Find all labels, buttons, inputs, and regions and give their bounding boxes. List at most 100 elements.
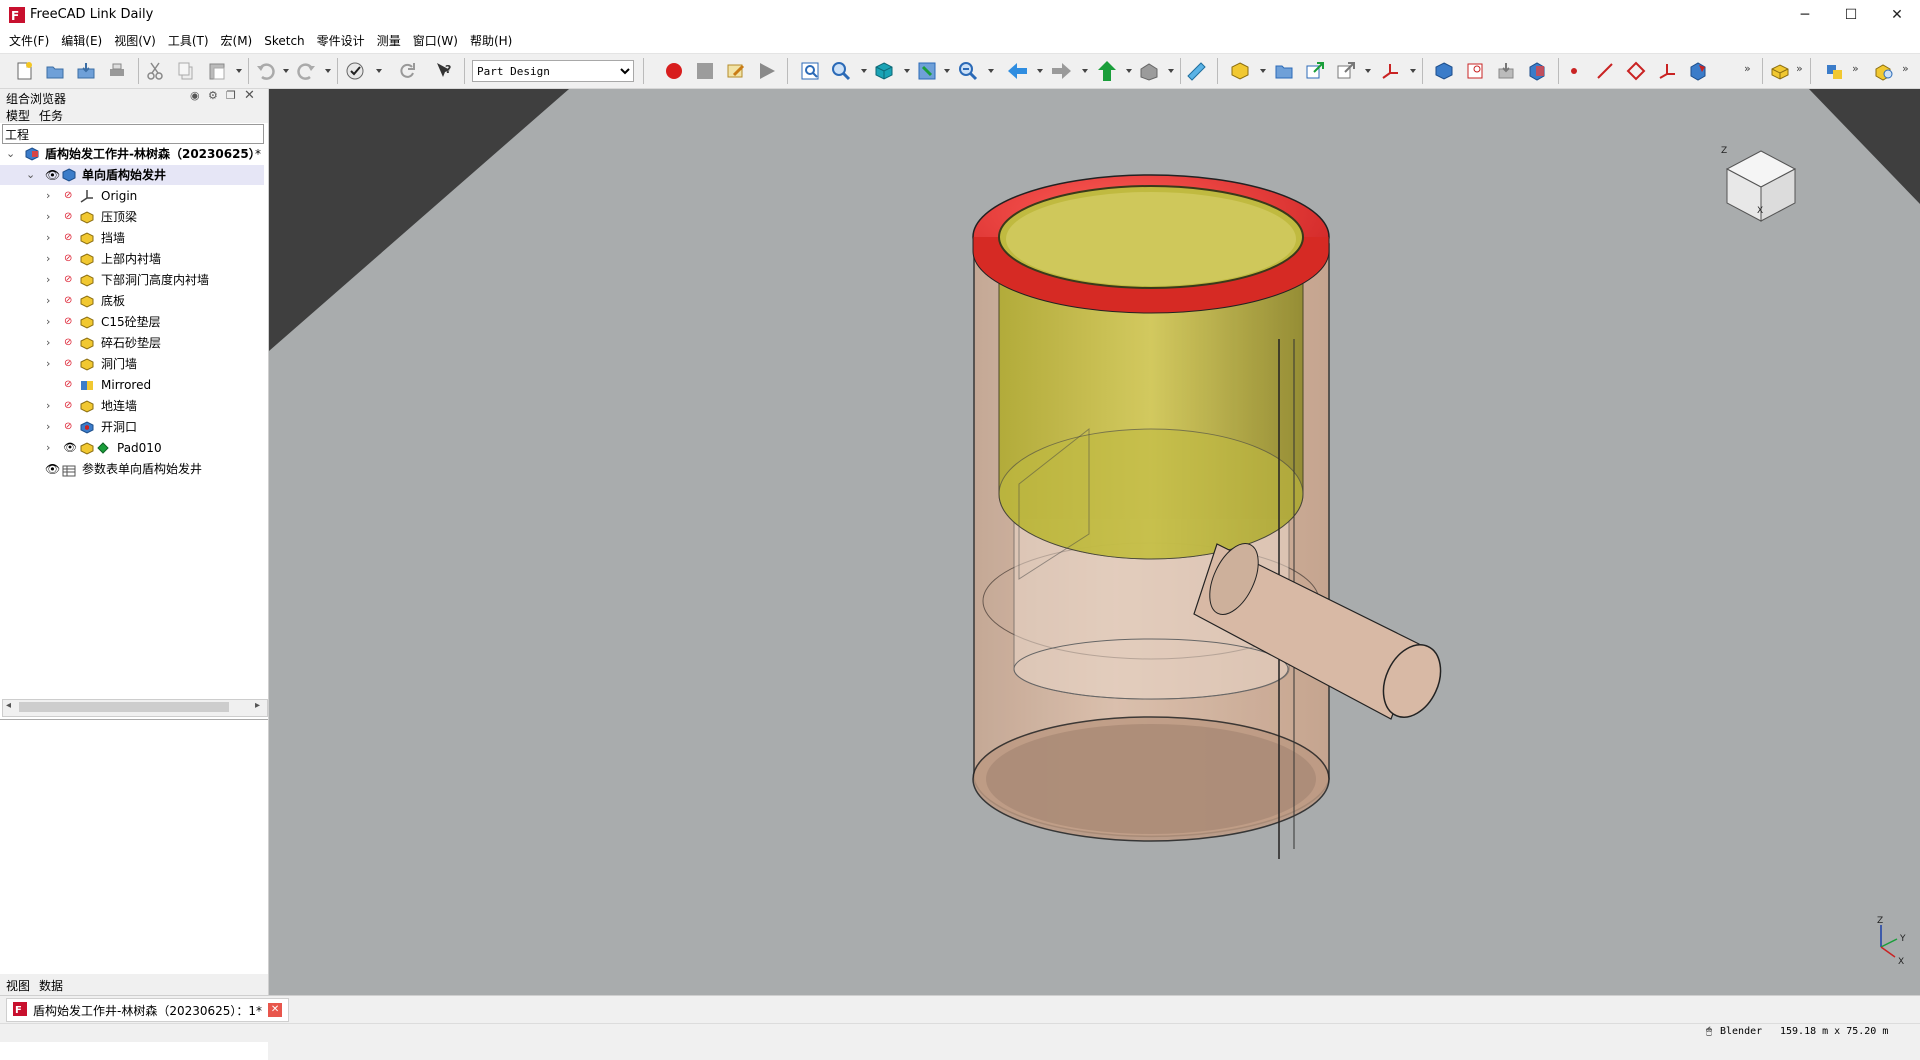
copy-icon[interactable] xyxy=(174,59,198,83)
fit-all-icon[interactable] xyxy=(798,59,822,83)
menu-tools[interactable]: 工具(T) xyxy=(162,30,215,53)
settings-icon[interactable]: ⚙ xyxy=(208,89,218,102)
chevron-right-icon[interactable]: › xyxy=(46,207,50,227)
datum-plane-icon[interactable] xyxy=(1624,59,1648,83)
view-section-icon[interactable] xyxy=(1525,59,1549,83)
std-view-icon[interactable] xyxy=(872,59,896,83)
tree-item-pad010[interactable]: › 👁 Pad010 xyxy=(0,438,264,458)
search-part-icon[interactable] xyxy=(1872,59,1896,83)
menu-file[interactable]: 文件(F) xyxy=(3,30,55,53)
menu-view[interactable]: 视图(V) xyxy=(108,30,162,53)
navigation-style[interactable]: Blender xyxy=(1720,1026,1762,1037)
chevron-right-icon[interactable]: › xyxy=(46,228,50,248)
scroll-left-icon[interactable]: ◂ xyxy=(6,700,11,711)
create-group-icon[interactable] xyxy=(1272,59,1296,83)
chevron-right-icon[interactable]: › xyxy=(46,249,50,269)
tree-scrollbar[interactable]: ◂ ▸ xyxy=(2,699,268,717)
forward-arrow-icon[interactable] xyxy=(1050,59,1074,83)
hidden-eye-icon[interactable]: ⊘ xyxy=(64,396,72,416)
tree-item-diaphragm-wall[interactable]: › ⊘ 地连墙 xyxy=(0,396,264,416)
tree-item-c15-cushion[interactable]: › ⊘ C15砼垫层 xyxy=(0,312,264,332)
minimize-button[interactable]: ─ xyxy=(1782,0,1828,30)
menu-measure[interactable]: 测量 xyxy=(371,30,407,53)
toolbar-overflow-icon-3[interactable]: » xyxy=(1852,62,1859,75)
link-actions-icon[interactable] xyxy=(1334,59,1358,83)
scroll-right-icon[interactable]: ▸ xyxy=(255,700,260,711)
paste-icon[interactable] xyxy=(205,59,229,83)
scrollbar-thumb[interactable] xyxy=(19,702,229,712)
print-icon[interactable] xyxy=(105,59,129,83)
pin-icon[interactable]: ◉ xyxy=(190,89,200,102)
close-panel-icon[interactable]: ✕ xyxy=(244,88,255,103)
menu-help[interactable]: 帮助(H) xyxy=(464,30,518,53)
eye-icon[interactable]: 👁 xyxy=(45,165,60,185)
new-file-icon[interactable] xyxy=(12,59,36,83)
tree-item-gravel-cushion[interactable]: › ⊘ 碎石砂垫层 xyxy=(0,333,264,353)
record-macro-icon[interactable] xyxy=(662,59,686,83)
coordinate-system-icon[interactable] xyxy=(1378,59,1402,83)
menu-sketch[interactable]: Sketch xyxy=(258,30,310,53)
edit-macro-icon[interactable] xyxy=(724,59,748,83)
document-tab[interactable]: F 盾构始发工作井-林树森（20230625）：1* ✕ xyxy=(6,998,290,1022)
toolbar-overflow-icon-2[interactable]: » xyxy=(1796,62,1803,75)
validate-sketch-icon[interactable] xyxy=(1494,59,1518,83)
up-arrow-icon[interactable] xyxy=(1095,59,1119,83)
menu-macro[interactable]: 宏(M) xyxy=(215,30,259,53)
undo-icon[interactable] xyxy=(253,59,277,83)
tree-item-mirrored[interactable]: ⊘ Mirrored xyxy=(0,375,264,395)
hidden-eye-icon[interactable]: ⊘ xyxy=(64,312,72,332)
local-cs-icon[interactable] xyxy=(1655,59,1679,83)
whats-this-icon[interactable]: ? xyxy=(432,59,456,83)
hidden-eye-icon[interactable]: ⊘ xyxy=(64,354,72,374)
tree-spreadsheet[interactable]: 👁 参数表单向盾构始发井 xyxy=(0,459,264,479)
cut-icon[interactable] xyxy=(143,59,167,83)
draw-style-icon[interactable] xyxy=(915,59,939,83)
make-link-icon[interactable] xyxy=(1303,59,1327,83)
toolbar-overflow-icon[interactable]: » xyxy=(1744,62,1751,75)
tree-item-portal-wall[interactable]: › ⊘ 洞门墙 xyxy=(0,354,264,374)
hidden-eye-icon[interactable]: ⊘ xyxy=(64,186,72,206)
chevron-right-icon[interactable]: › xyxy=(46,333,50,353)
zoom-icon[interactable] xyxy=(956,59,980,83)
tree-item-upper-lining[interactable]: › ⊘ 上部内衬墙 xyxy=(0,249,264,269)
recompute-icon[interactable] xyxy=(395,59,419,83)
tab-tasks[interactable]: 任务 xyxy=(39,107,63,124)
tab-model[interactable]: 模型 xyxy=(6,107,30,124)
create-part-icon[interactable] xyxy=(1228,59,1252,83)
redo-icon[interactable] xyxy=(295,59,319,83)
tree-item-lower-lining[interactable]: › ⊘ 下部洞门高度内衬墙 xyxy=(0,270,264,290)
tree-item-coping-beam[interactable]: › ⊘ 压顶梁 xyxy=(0,207,264,227)
box-view-icon[interactable] xyxy=(1137,59,1161,83)
tab-data[interactable]: 数据 xyxy=(39,977,63,994)
tree-body[interactable]: ⌄ 👁 单向盾构始发井 xyxy=(0,165,264,185)
eye-icon[interactable]: 👁 xyxy=(45,459,60,479)
chevron-right-icon[interactable]: › xyxy=(46,396,50,416)
create-sketch-icon[interactable] xyxy=(1463,59,1487,83)
chevron-down-icon[interactable]: ⌄ xyxy=(26,165,35,185)
maximize-button[interactable]: ☐ xyxy=(1828,0,1874,30)
close-tab-icon[interactable]: ✕ xyxy=(268,1003,283,1017)
create-body-icon[interactable] xyxy=(1432,59,1456,83)
save-icon[interactable] xyxy=(74,59,98,83)
hidden-eye-icon[interactable]: ⊘ xyxy=(64,249,72,269)
tab-view[interactable]: 视图 xyxy=(6,977,30,994)
chevron-down-icon[interactable]: ⌄ xyxy=(6,144,15,164)
datum-point-icon[interactable] xyxy=(1562,59,1586,83)
datum-line-icon[interactable] xyxy=(1593,59,1617,83)
refresh-check-icon[interactable] xyxy=(343,59,367,83)
shaft-model[interactable] xyxy=(972,174,1452,859)
chevron-right-icon[interactable]: › xyxy=(46,312,50,332)
chevron-right-icon[interactable]: › xyxy=(46,417,50,437)
float-icon[interactable]: ❐ xyxy=(226,89,236,102)
menu-window[interactable]: 窗口(W) xyxy=(407,30,464,53)
chevron-right-icon[interactable]: › xyxy=(46,354,50,374)
measure-icon[interactable] xyxy=(1184,59,1208,83)
open-file-icon[interactable] xyxy=(43,59,67,83)
tree-document[interactable]: ⌄ 盾构始发工作井-林树森（20230625） * xyxy=(0,144,266,164)
hidden-eye-icon[interactable]: ⊘ xyxy=(64,228,72,248)
tree-item-opening[interactable]: › ⊘ 开洞口 xyxy=(0,417,264,437)
tree-item-origin[interactable]: › ⊘ Origin xyxy=(0,186,264,206)
run-macro-icon[interactable] xyxy=(755,59,779,83)
hidden-eye-icon[interactable]: ⊘ xyxy=(64,207,72,227)
3d-viewport[interactable]: Z X Z Y X xyxy=(269,89,1920,995)
